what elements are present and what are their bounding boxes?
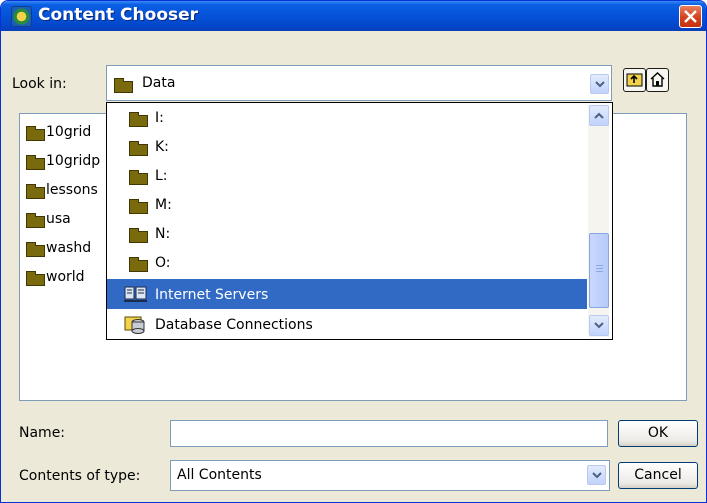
chevron-down-icon	[592, 472, 602, 479]
folder-icon	[114, 78, 133, 93]
folder-icon	[129, 141, 148, 156]
list-item-label: lessons	[46, 182, 98, 198]
list-item-label: washd	[46, 240, 92, 256]
folder-icon	[129, 228, 148, 243]
dropdown-item-label: I:	[155, 110, 164, 126]
folder-icon	[26, 155, 45, 170]
cancel-button[interactable]: Cancel	[618, 462, 698, 489]
dropdown-item-label: O:	[155, 255, 171, 271]
folder-icon	[26, 126, 45, 141]
look-in-dropdown-list[interactable]: I: K: L: M: N: O: Internet Servers Datab…	[106, 102, 613, 340]
ok-button[interactable]: OK	[618, 420, 698, 447]
list-item-label: 10gridp	[46, 153, 101, 169]
home-icon	[650, 72, 665, 87]
database-connections-icon	[124, 316, 145, 334]
look-in-dropdown-button[interactable]	[590, 74, 609, 94]
contents-of-type-label: Contents of type:	[19, 468, 141, 484]
folder-icon	[129, 199, 148, 214]
name-input[interactable]	[170, 420, 608, 447]
dropdown-item-label: L:	[155, 168, 168, 184]
folder-icon	[129, 257, 148, 272]
folder-icon	[26, 213, 45, 228]
look-in-combo[interactable]: Data	[106, 65, 612, 101]
dropdown-scrollbar[interactable]	[588, 105, 609, 337]
scroll-thumb[interactable]	[589, 233, 609, 308]
scroll-up-button[interactable]	[589, 105, 609, 126]
folder-icon	[129, 112, 148, 127]
dropdown-item-label: Internet Servers	[155, 287, 269, 303]
internet-servers-icon	[124, 286, 147, 302]
close-button[interactable]	[679, 5, 702, 28]
contents-of-type-combo[interactable]: All Contents	[170, 460, 610, 491]
contents-of-type-dropdown-button[interactable]	[587, 465, 606, 485]
chevron-down-icon	[595, 81, 605, 88]
title-bar[interactable]: Content Chooser	[1, 1, 706, 31]
home-button[interactable]	[646, 68, 669, 92]
window-title: Content Chooser	[38, 5, 199, 25]
up-folder-icon	[626, 73, 643, 87]
scroll-down-button[interactable]	[589, 315, 609, 336]
list-item-label: world	[46, 269, 85, 285]
chevron-down-icon	[594, 322, 604, 329]
content-chooser-dialog: Content Chooser Look in: Data 10grid 10g…	[0, 0, 707, 503]
list-item-label: usa	[46, 211, 71, 227]
folder-icon	[129, 170, 148, 185]
name-label: Name:	[19, 425, 66, 441]
contents-of-type-value: All Contents	[177, 467, 262, 483]
look-in-label: Look in:	[12, 76, 67, 92]
close-icon	[684, 10, 697, 23]
list-item-label: 10grid	[46, 124, 92, 140]
dropdown-item-label: M:	[155, 197, 172, 213]
globe-icon	[11, 6, 32, 27]
folder-icon	[26, 184, 45, 199]
look-in-value: Data	[142, 75, 176, 91]
dropdown-item-label: K:	[155, 139, 169, 155]
up-one-level-button[interactable]	[623, 68, 646, 92]
folder-icon	[26, 242, 45, 257]
dropdown-item-label: Database Connections	[155, 317, 313, 333]
dropdown-item-label: N:	[155, 226, 171, 242]
chevron-up-icon	[594, 112, 604, 119]
folder-icon	[26, 271, 45, 286]
